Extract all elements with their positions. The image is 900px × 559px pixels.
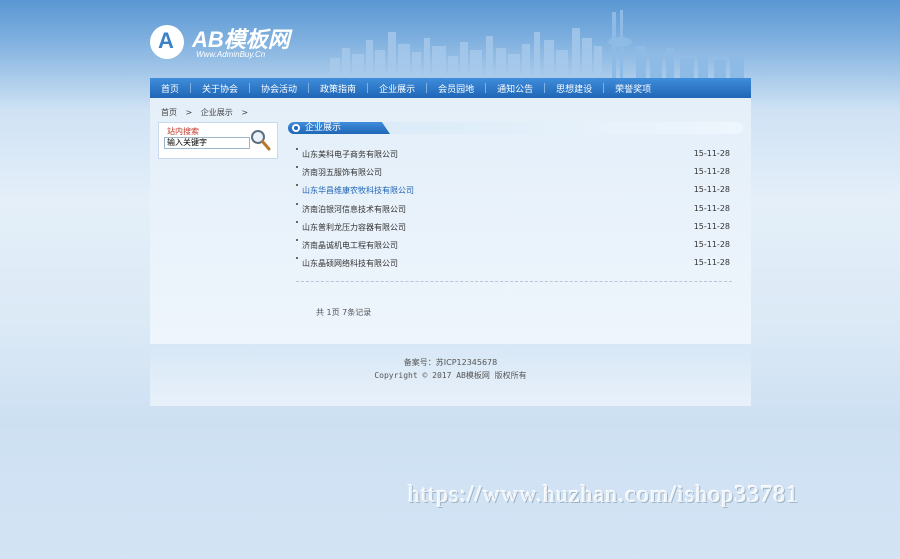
bullet-icon: [296, 148, 298, 150]
list-item: 山东普利龙压力容器有限公司 15-11-28: [296, 219, 732, 237]
list-item-date: 15-11-28: [693, 258, 730, 268]
list-item-date: 15-11-28: [693, 167, 730, 177]
nav-item-members[interactable]: 会员园地: [427, 82, 485, 95]
search-input[interactable]: 输入关键字: [164, 137, 250, 149]
list-item-link[interactable]: 山东普利龙压力容器有限公司: [302, 222, 406, 233]
list-item-link[interactable]: 山东华昌维康农牧科技有限公司: [302, 185, 414, 196]
list-item: 济南晶诚机电工程有限公司 15-11-28: [296, 237, 732, 255]
list-item: 山东美科电子商务有限公司 15-11-28: [296, 146, 732, 164]
logo-subtitle: Www.AdminBuy.Cn: [196, 50, 266, 59]
breadcrumb: 首页 > 企业展示 >: [161, 107, 254, 118]
nav-item-ideology[interactable]: 思想建设: [545, 82, 603, 95]
logo-mark-letter: A: [158, 28, 174, 53]
nav-item-honors[interactable]: 荣誉奖项: [604, 82, 662, 95]
company-list: 山东美科电子商务有限公司 15-11-28 济南羽五服饰有限公司 15-11-2…: [296, 146, 732, 273]
list-item-link[interactable]: 济南晶诚机电工程有限公司: [302, 240, 398, 251]
nav-item-home[interactable]: 首页: [150, 82, 190, 95]
nav-item-companies[interactable]: 企业展示: [368, 82, 426, 95]
watermark-url: https://www.huzhan.com/ishop33781: [408, 482, 800, 508]
site-search-box: 站内搜索 输入关键字: [158, 122, 278, 159]
bullet-icon: [296, 184, 298, 187]
list-item: 山东华昌维康农牧科技有限公司 15-11-28: [296, 182, 732, 200]
city-skyline-banner: [330, 10, 744, 78]
list-item-date: 15-11-28: [693, 239, 730, 249]
bullet-icon: [296, 202, 298, 205]
footer-icp[interactable]: 备案号：苏ICP12345678: [150, 357, 751, 368]
list-item-date: 15-11-28: [693, 185, 730, 195]
nav-item-about[interactable]: 关于协会: [191, 82, 249, 95]
site-footer: 备案号：苏ICP12345678 Copyright © 2017 AB模板网 …: [150, 344, 751, 406]
nav-item-notices[interactable]: 通知公告: [486, 82, 544, 95]
breadcrumb-home[interactable]: 首页: [161, 108, 177, 117]
nav-item-activities[interactable]: 协会活动: [250, 82, 308, 95]
list-item-link[interactable]: 济南泊银河信息技术有限公司: [302, 204, 406, 215]
list-item-link[interactable]: 山东美科电子商务有限公司: [302, 149, 398, 160]
breadcrumb-separator: >: [241, 108, 249, 117]
main-nav: 首页 关于协会 协会活动 政策指南 企业展示 会员园地 通知公告 思想建设 荣誉…: [150, 78, 751, 98]
list-item-date: 15-11-28: [693, 221, 730, 231]
section-title: 企业展示: [305, 123, 342, 133]
nav-item-policy[interactable]: 政策指南: [309, 82, 367, 95]
section-header: 企业展示: [288, 122, 743, 134]
list-item: 山东晶硕网络科技有限公司 15-11-28: [296, 255, 732, 273]
footer-copyright: Copyright © 2017 AB模板网 版权所有: [374, 371, 527, 380]
list-item-date: 15-11-28: [693, 149, 730, 158]
list-item: 济南羽五服饰有限公司 15-11-28: [296, 164, 732, 182]
bullet-icon: [296, 257, 298, 260]
list-item-link[interactable]: 山东晶硕网络科技有限公司: [302, 258, 398, 269]
bullet-icon: [296, 238, 298, 241]
breadcrumb-separator: >: [185, 108, 193, 117]
search-magnifier-icon[interactable]: [249, 128, 271, 152]
bullet-icon: [296, 166, 298, 169]
bullet-icon: [296, 220, 298, 223]
search-title: 站内搜索: [167, 127, 199, 136]
pagination-summary: 共 1页 7条记录: [316, 308, 372, 317]
list-item-date: 15-11-28: [693, 203, 730, 213]
list-divider: [296, 281, 732, 282]
section-bullet-icon: [292, 124, 300, 132]
breadcrumb-current[interactable]: 企业展示: [201, 108, 233, 117]
list-item-link[interactable]: 济南羽五服饰有限公司: [302, 167, 382, 178]
list-item: 济南泊银河信息技术有限公司 15-11-28: [296, 201, 732, 219]
main-content: 首页 > 企业展示 > 站内搜索 输入关键字 企业展示 山东美科电子商务有限公司…: [150, 98, 751, 344]
